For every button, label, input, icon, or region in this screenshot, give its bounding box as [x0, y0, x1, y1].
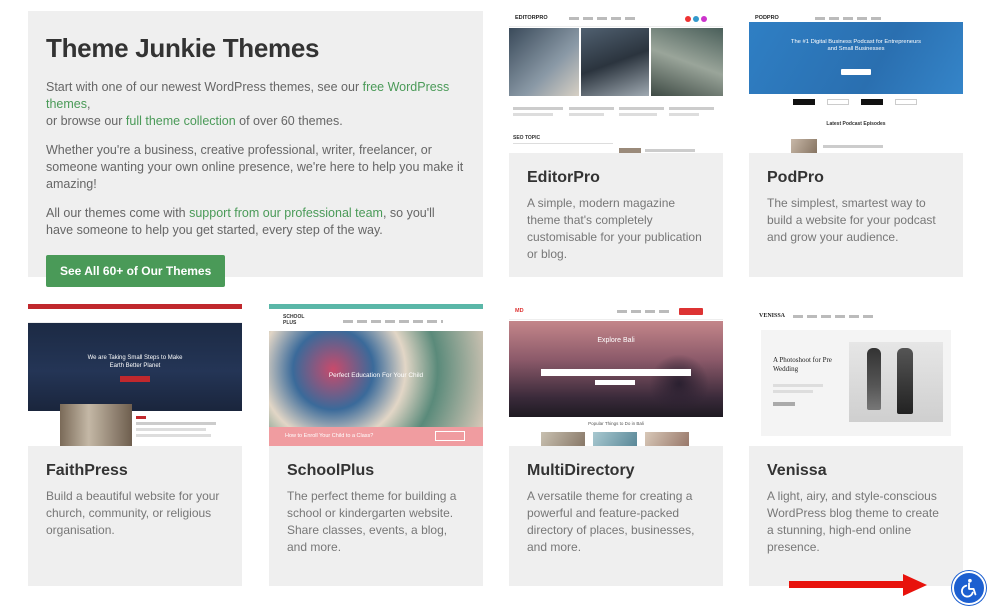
- intro-paragraph-2: Whether you're a business, creative prof…: [46, 143, 464, 191]
- theme-name[interactable]: Venissa: [767, 462, 945, 480]
- theme-description: A versatile theme for creating a powerfu…: [527, 489, 695, 554]
- theme-thumbnail-schoolplus[interactable]: SCHOOL PLUS Perfect Education For Your C…: [269, 304, 483, 446]
- theme-thumbnail-podpro[interactable]: PODPRO The #1 Digital Business Podcast f…: [749, 11, 963, 153]
- theme-name[interactable]: PodPro: [767, 169, 945, 187]
- intro-paragraph-1: Start with one of our newest WordPress t…: [46, 80, 450, 128]
- see-all-themes-button[interactable]: See All 60+ of Our Themes: [46, 255, 226, 287]
- theme-thumbnail-multidirectory[interactable]: MD Explore Bali Popular Things to Do in …: [509, 304, 723, 446]
- theme-name[interactable]: MultiDirectory: [527, 462, 705, 480]
- theme-card-schoolplus[interactable]: SCHOOL PLUS Perfect Education For Your C…: [269, 304, 483, 586]
- theme-thumbnail-venissa[interactable]: VENISSA A Photoshoot for Pre Wedding: [749, 304, 963, 446]
- support-link[interactable]: support from our professional team: [189, 206, 383, 220]
- theme-card-multidirectory[interactable]: MD Explore Bali Popular Things to Do in …: [509, 304, 723, 586]
- theme-description: The simplest, smartest way to build a we…: [767, 196, 936, 244]
- theme-name[interactable]: SchoolPlus: [287, 462, 465, 480]
- theme-thumbnail-editorpro[interactable]: EDITORPRO SEO TOPIC: [509, 11, 723, 153]
- annotation-arrow-shaft: [789, 581, 909, 588]
- theme-description: A light, airy, and style-conscious WordP…: [767, 489, 939, 554]
- accessibility-button[interactable]: [952, 571, 986, 605]
- theme-thumbnail-faithpress[interactable]: We are Taking Small Steps to Make Earth …: [28, 304, 242, 446]
- theme-card-venissa[interactable]: VENISSA A Photoshoot for Pre Wedding Ven…: [749, 304, 963, 586]
- annotation-arrow-head: [903, 574, 927, 596]
- full-collection-link[interactable]: full theme collection: [126, 114, 236, 128]
- theme-description: The perfect theme for building a school …: [287, 489, 457, 554]
- theme-card-editorpro[interactable]: EDITORPRO SEO TOPIC EditorPro A simple, …: [509, 11, 723, 277]
- accessibility-icon: [960, 578, 977, 598]
- intro-card: Theme Junkie Themes Start with one of ou…: [28, 11, 483, 287]
- theme-card-faithpress[interactable]: We are Taking Small Steps to Make Earth …: [28, 304, 242, 586]
- intro-paragraph-3: All our themes come with support from ou…: [46, 206, 435, 237]
- theme-card-podpro[interactable]: PODPRO The #1 Digital Business Podcast f…: [749, 11, 963, 277]
- theme-name[interactable]: FaithPress: [46, 462, 224, 480]
- theme-description: Build a beautiful website for your churc…: [46, 489, 220, 537]
- page-title: Theme Junkie Themes: [46, 33, 320, 63]
- theme-name[interactable]: EditorPro: [527, 169, 705, 187]
- theme-description: A simple, modern magazine theme that's c…: [527, 196, 702, 261]
